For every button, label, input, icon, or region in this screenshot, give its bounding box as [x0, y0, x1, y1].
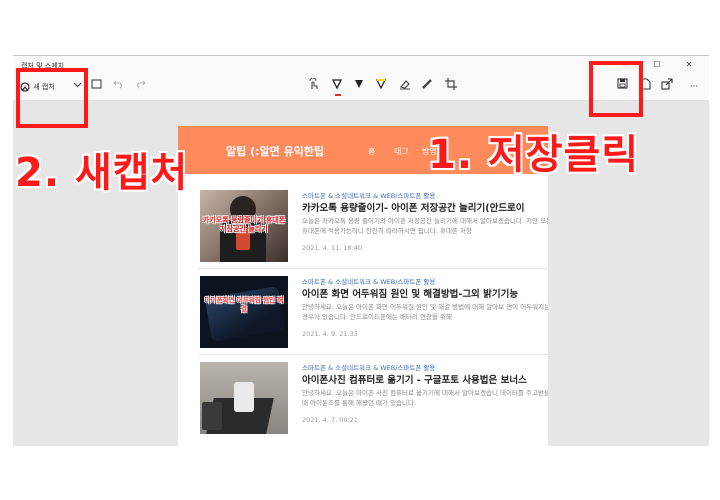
thumbnail-caption: 아이폰화면 어두워짐 원인 해결: [204, 296, 284, 313]
post-excerpt: 안녕하세요. 오늘은 아이폰 사진 컴퓨터로 옮기기에 대해서 알아보겠습니 데…: [302, 389, 548, 407]
touch-writing-icon[interactable]: [305, 77, 321, 96]
eraser-icon[interactable]: [397, 78, 413, 96]
post-category: 스마트폰 & 소셜네트워크 & WEB/스마트폰 활용: [302, 192, 436, 200]
post-thumbnail: [200, 362, 288, 434]
blog-post: 스마트폰 & 소셜네트워크 & WEB/스마트폰 활용 아이폰사진 컴퓨터로 옮…: [198, 358, 548, 440]
undo-icon[interactable]: [111, 78, 125, 96]
post-category: 스마트폰 & 소셜네트워크 & WEB/스마트폰 활용: [302, 364, 436, 372]
crop-icon[interactable]: [443, 78, 459, 96]
maximize-button[interactable]: ☐: [643, 58, 671, 72]
open-file-icon[interactable]: [89, 78, 103, 96]
pencil-icon[interactable]: [351, 78, 367, 96]
post-thumbnail: 카카오톡 용량줄이기 휴대폰 저장공간 늘리기: [200, 190, 288, 262]
post-excerpt: 안녕하세요. 오늘은 아이폰 화면 어두워짐 원인 및 해결 방법에 대해 알아…: [302, 303, 548, 321]
save-highlight-box: [589, 61, 643, 117]
post-date: 2021. 4. 7. 00:21: [302, 416, 358, 424]
post-thumbnail: 아이폰화면 어두워짐 원인 해결: [200, 276, 288, 348]
blog-title: 알팁 (:알면 유익한팁: [226, 145, 325, 158]
post-date: 2021. 4. 9. 21:33: [302, 330, 358, 338]
highlighter-icon[interactable]: [373, 78, 389, 96]
redo-icon[interactable]: [133, 78, 147, 96]
annotation-step1: 1. 저장클릭: [428, 132, 640, 178]
ruler-icon[interactable]: [419, 78, 435, 96]
post-title: 아이폰 화면 어두워짐 원인 및 해결방법-그외 밝기기능: [302, 289, 519, 300]
post-category: 스마트폰 & 소셜네트워크 & WEB/스마트폰 활용: [302, 278, 436, 286]
blog-post: 아이폰화면 어두워짐 원인 해결 스마트폰 & 소셜네트워크 & WEB/스마트…: [198, 272, 548, 355]
ballpoint-pen-icon[interactable]: [329, 78, 345, 96]
thumbnail-caption: 카카오톡 용량줄이기 휴대폰 저장공간 늘리기: [202, 216, 286, 233]
annotation-step2: 2. 새캡처: [15, 150, 189, 196]
post-title: 카카오톡 용량줄이기- 아이폰 저장공간 늘리기(안드로이: [302, 203, 525, 214]
share-icon[interactable]: [659, 78, 675, 96]
new-capture-highlight-box: [16, 68, 88, 128]
post-excerpt: 오늘은 카카오톡 용량 줄이기와 아이폰 저장공간 늘리기에 대해서 알아보겠습…: [302, 217, 548, 235]
blog-nav-home: 홈: [368, 147, 376, 156]
post-date: 2021. 4. 11. 18:40: [302, 244, 363, 252]
close-button[interactable]: ✕: [675, 58, 703, 72]
more-options-button[interactable]: ···: [685, 78, 703, 96]
blog-nav-tags: 태그: [394, 147, 409, 156]
post-title: 아이폰사진 컴퓨터로 옮기기 - 구글포토 사용법은 보너스: [302, 375, 527, 386]
blog-post: 카카오톡 용량줄이기 휴대폰 저장공간 늘리기 스마트폰 & 소셜네트워크 & …: [198, 186, 548, 269]
